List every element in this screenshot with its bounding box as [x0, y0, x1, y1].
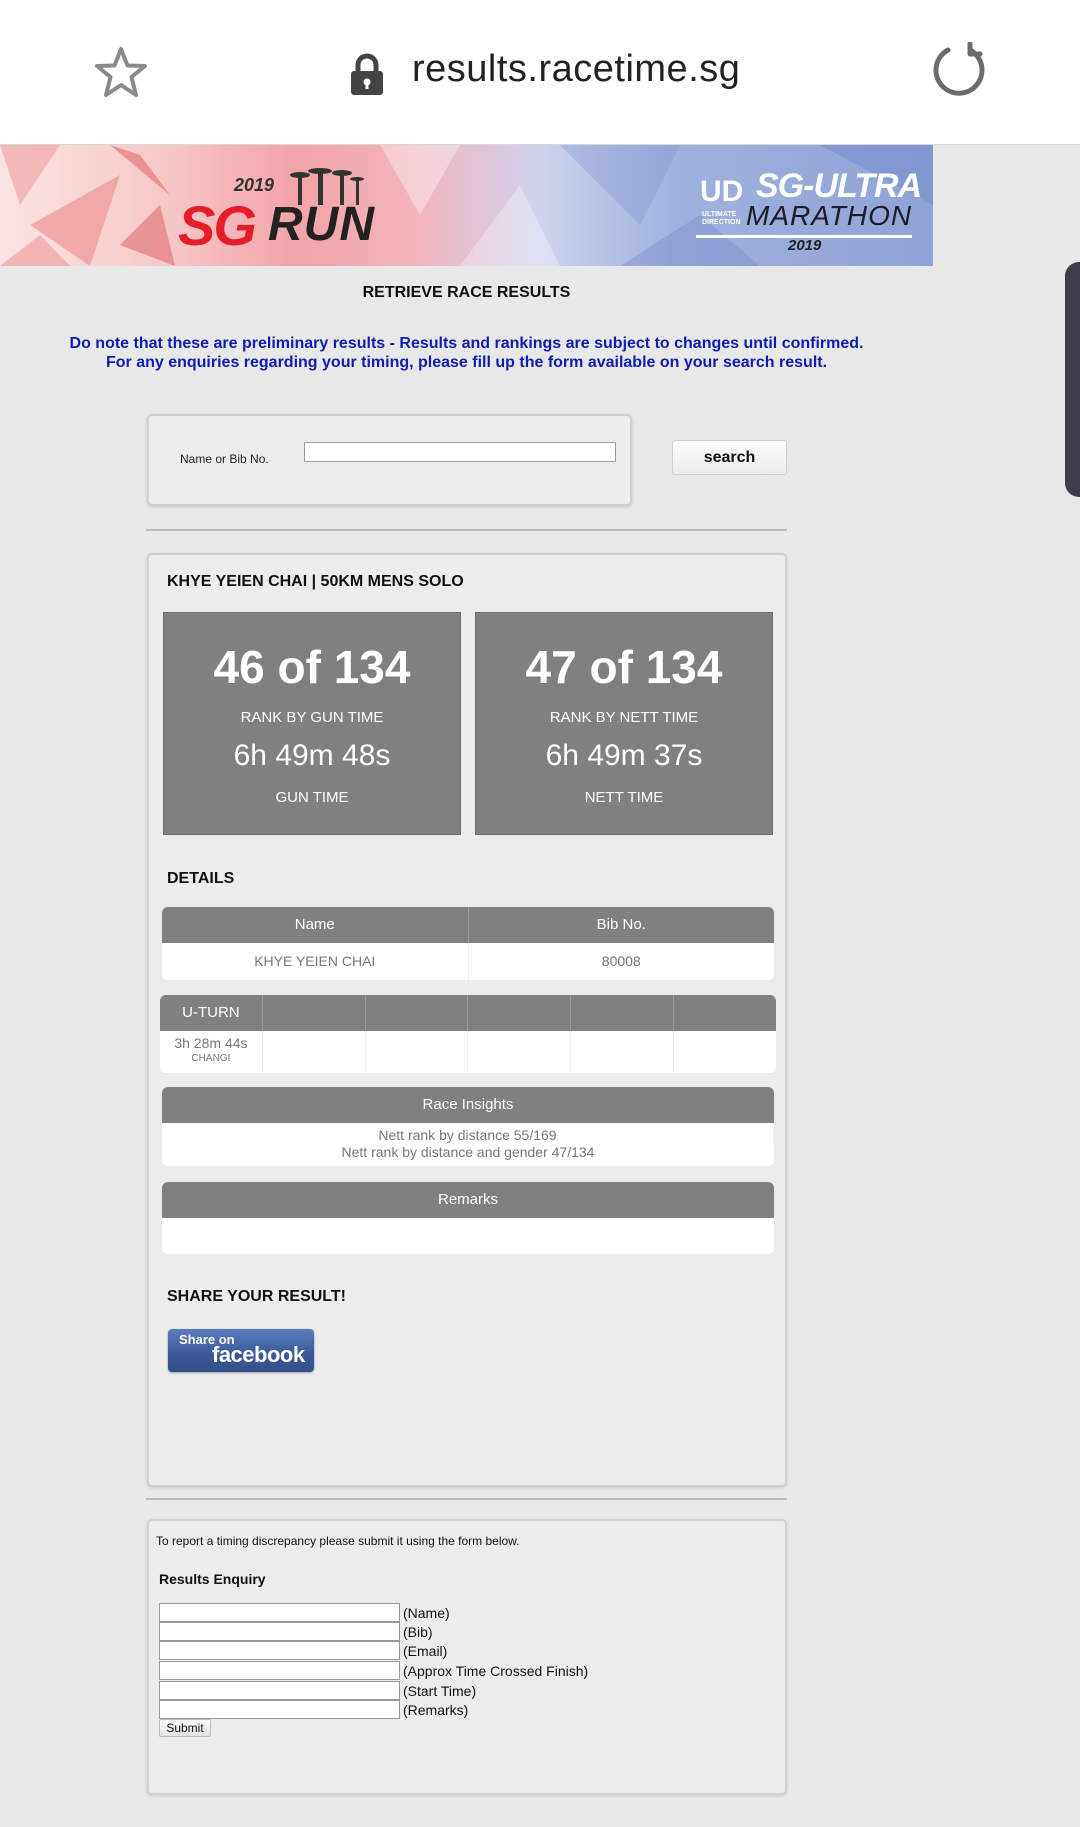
enquiry-finish-time-row: (Approx Time Crossed Finish) — [159, 1661, 588, 1680]
nett-time-card: 47 of 134 RANK BY NETT TIME 6h 49m 37s N… — [475, 612, 773, 835]
race-insights-table: Race Insights Nett rank by distance 55/1… — [162, 1087, 774, 1166]
enquiry-name-label: (Name) — [403, 1604, 450, 1621]
split-header-4 — [468, 995, 572, 1031]
gun-rank-label: RANK BY GUN TIME — [240, 709, 384, 726]
enquiry-start-time-field[interactable] — [159, 1681, 400, 1700]
nett-rank: 47 of 134 — [525, 641, 723, 693]
search-input[interactable] — [304, 442, 616, 462]
split-header-u-turn: U-TURN — [160, 995, 263, 1031]
share-facebook-button[interactable]: Share on facebook — [168, 1329, 314, 1372]
split-location: CHANGI — [191, 1053, 231, 1064]
split-cell-5 — [571, 1031, 675, 1073]
enquiry-bib-label: (Bib) — [403, 1623, 433, 1640]
details-cell-name: KHYE YEIEN CHAI — [162, 943, 469, 980]
enquiry-title: Results Enquiry — [159, 1571, 266, 1587]
split-header-6 — [674, 995, 776, 1031]
divider — [146, 529, 787, 531]
result-panel: KHYE YEIEN CHAI | 50KM MENS SOLO 46 of 1… — [147, 553, 787, 1487]
submit-button[interactable]: Submit — [159, 1719, 211, 1737]
enquiry-email-row: (Email) — [159, 1641, 447, 1660]
enquiry-finish-time-field[interactable] — [159, 1661, 400, 1680]
split-header-5 — [571, 995, 675, 1031]
split-time: 3h 28m 44s — [174, 1035, 248, 1051]
nett-time-label: NETT TIME — [584, 789, 664, 806]
split-cell-4 — [468, 1031, 572, 1073]
banner-brand-sg: SG — [178, 194, 257, 257]
url-text[interactable]: results.racetime.sg — [412, 48, 740, 91]
race-insights-body: Nett rank by distance 55/169 Nett rank b… — [162, 1123, 774, 1161]
lock-icon — [351, 53, 383, 95]
result-title: KHYE YEIEN CHAI | 50KM MENS SOLO — [167, 573, 464, 590]
event-banner: 2019 SG RUN UD ULTIMATE DIRECTION SG-ULT… — [0, 145, 933, 266]
preliminary-notice: Do note that these are preliminary resul… — [0, 334, 933, 372]
notice-line-2: For any enquiries regarding your timing,… — [105, 354, 828, 371]
star-icon[interactable] — [93, 45, 149, 101]
page-title: RETRIEVE RACE RESULTS — [362, 284, 571, 301]
split-cell-u-turn: 3h 28m 44s CHANGI — [160, 1031, 263, 1073]
enquiry-panel: To report a timing discrepancy please su… — [147, 1519, 787, 1795]
race-insights-header: Race Insights — [422, 1096, 514, 1113]
split-cell-2 — [263, 1031, 366, 1073]
enquiry-remarks-label: (Remarks) — [403, 1701, 469, 1718]
gun-time-label: GUN TIME — [275, 789, 349, 806]
browser-address-bar: results.racetime.sg — [0, 0, 1080, 145]
enquiry-bib-field[interactable] — [159, 1622, 400, 1641]
insight-line-1: Nett rank by distance 55/169 — [162, 1127, 774, 1144]
remarks-table: Remarks — [162, 1182, 774, 1254]
share-heading: SHARE YOUR RESULT! — [167, 1288, 346, 1305]
notice-line-1: Do note that these are preliminary resul… — [69, 335, 864, 352]
ud-logo: UD — [700, 175, 744, 208]
enquiry-email-field[interactable] — [159, 1641, 400, 1660]
enquiry-bib-row: (Bib) — [159, 1622, 433, 1641]
search-panel: Name or Bib No. — [147, 414, 632, 506]
details-header-bib: Bib No. — [596, 916, 646, 933]
table-row: KHYE YEIEN CHAI 80008 — [162, 943, 774, 980]
split-cell-6 — [674, 1031, 776, 1073]
facebook-share-line2: facebook — [212, 1342, 305, 1367]
enquiry-remarks-field[interactable] — [159, 1700, 400, 1719]
scrollbar-handle[interactable] — [1065, 262, 1080, 497]
details-heading: DETAILS — [167, 870, 235, 887]
reload-icon[interactable] — [930, 42, 988, 100]
search-button[interactable]: search — [672, 440, 787, 475]
details-cell-bib: 80008 — [601, 953, 641, 969]
enquiry-finish-time-label: (Approx Time Crossed Finish) — [403, 1662, 589, 1679]
banner-right-year: 2019 — [788, 237, 822, 254]
enquiry-intro: To report a timing discrepancy please su… — [156, 1534, 520, 1548]
gun-rank: 46 of 134 — [213, 641, 411, 693]
banner-marathon: MARATHON — [746, 200, 913, 231]
banner-brand-run: RUN — [268, 198, 375, 251]
gun-time: 6h 49m 48s — [233, 739, 391, 772]
remarks-header: Remarks — [437, 1191, 498, 1208]
details-header-name: Name — [162, 907, 469, 943]
insight-line-2: Nett rank by distance and gender 47/134 — [341, 1144, 595, 1160]
search-label: Name or Bib No. — [180, 452, 269, 466]
enquiry-email-label: (Email) — [403, 1642, 448, 1659]
nett-time: 6h 49m 37s — [545, 739, 703, 772]
divider — [146, 1498, 787, 1500]
enquiry-start-time-label: (Start Time) — [403, 1682, 477, 1699]
ud-logo-sub: ULTIMATE DIRECTION — [702, 211, 741, 226]
table-row: 3h 28m 44s CHANGI — [160, 1031, 776, 1073]
split-cell-3 — [366, 1031, 469, 1073]
splits-table: U-TURN 3h 28m 44s CHANGI — [160, 995, 776, 1073]
split-header-3 — [366, 995, 469, 1031]
enquiry-remarks-row: (Remarks) — [159, 1700, 468, 1719]
details-table: Name Bib No. KHYE YEIEN CHAI 80008 — [162, 907, 774, 980]
remarks-body — [162, 1218, 774, 1254]
enquiry-name-row: (Name) — [159, 1603, 450, 1622]
nett-rank-label: RANK BY NETT TIME — [549, 709, 699, 726]
enquiry-name-field[interactable] — [159, 1603, 400, 1622]
enquiry-start-time-row: (Start Time) — [159, 1681, 476, 1700]
gun-time-card: 46 of 134 RANK BY GUN TIME 6h 49m 48s GU… — [163, 612, 461, 835]
split-header-2 — [263, 995, 366, 1031]
